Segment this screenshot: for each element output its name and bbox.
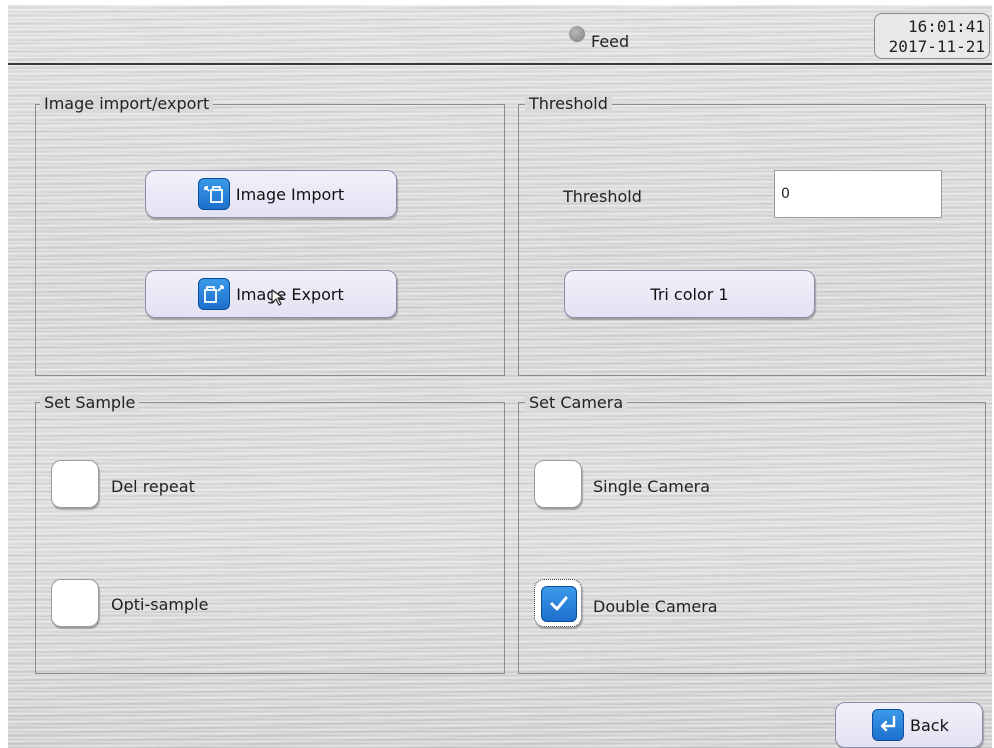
set-sample-title: Set Sample (40, 394, 140, 412)
back-button[interactable]: Back (835, 702, 983, 748)
single-camera-label: Single Camera (593, 477, 711, 496)
threshold-group-title: Threshold (525, 95, 612, 113)
set-camera-group (518, 402, 986, 674)
del-repeat-label: Del repeat (111, 477, 195, 496)
clock-date: 2017-11-21 (888, 37, 985, 56)
threshold-group (518, 104, 986, 376)
threshold-input[interactable]: 0 (774, 170, 942, 218)
image-import-export-group (35, 104, 505, 376)
header-divider (8, 63, 992, 65)
del-repeat-checkbox[interactable] (51, 460, 99, 508)
image-group-title: Image import/export (40, 95, 214, 113)
tri-color-button[interactable]: Tri color 1 (564, 270, 815, 318)
clock-time: 16:01:41 (907, 17, 985, 36)
image-import-icon (197, 178, 230, 210)
back-arrow-icon (872, 709, 904, 741)
image-export-icon (198, 278, 231, 310)
back-label: Back (910, 715, 949, 735)
image-import-button[interactable]: Image Import (145, 170, 397, 218)
opti-sample-label: Opti-sample (111, 595, 209, 614)
mouse-pointer-icon (270, 288, 292, 314)
tri-color-label: Tri color 1 (650, 284, 729, 304)
status-label: Feed (591, 32, 630, 51)
hmi-screen: Feed 16:01:41 2017-11-21 Image import/ex… (8, 5, 992, 748)
status-dot-icon (569, 26, 585, 42)
clock-display: 16:01:41 2017-11-21 (874, 13, 990, 59)
opti-sample-checkbox[interactable] (51, 579, 99, 627)
single-camera-checkbox[interactable] (534, 460, 582, 508)
checkmark-icon (541, 586, 577, 622)
double-camera-checkbox[interactable] (534, 579, 582, 627)
double-camera-label: Double Camera (593, 597, 718, 616)
set-camera-title: Set Camera (525, 394, 628, 412)
set-sample-group (35, 402, 505, 674)
threshold-label: Threshold (563, 187, 642, 206)
image-import-label: Image Import (235, 184, 345, 204)
